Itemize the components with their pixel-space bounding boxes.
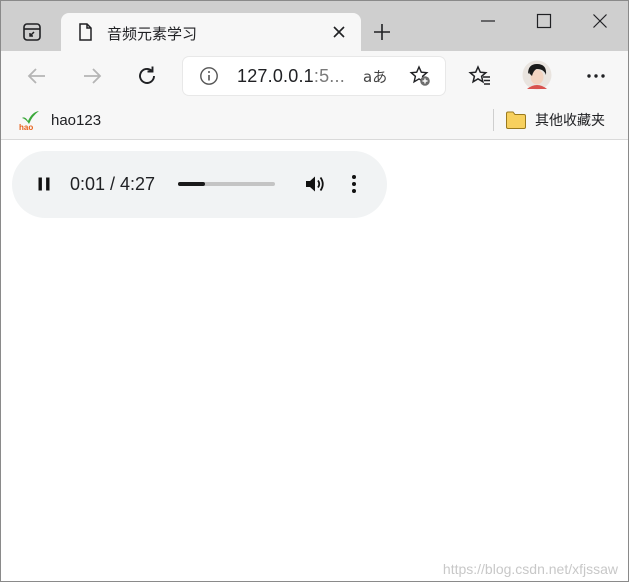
volume-icon[interactable] [303,173,327,195]
back-arrow-icon[interactable] [24,63,50,89]
tab-strip: 音频元素学习 [1,1,628,51]
window-close-icon[interactable] [585,7,615,35]
info-icon[interactable] [199,66,219,86]
forward-arrow-icon[interactable] [79,63,105,89]
svg-text:hao: hao [19,123,33,131]
bookmarks-bar: hao hao123 其他收藏夹 [1,101,628,140]
add-favorite-icon[interactable] [409,65,431,87]
url-host: 127.0.0.1 [237,66,314,86]
refresh-icon[interactable] [134,63,160,89]
bookmark-hao123[interactable]: hao hao123 [19,108,101,132]
other-favorites-folder[interactable]: 其他收藏夹 [505,108,605,132]
pause-icon[interactable] [34,174,54,194]
hao123-logo: hao [19,111,39,131]
playback-time: 0:01 / 4:27 [70,174,156,194]
page-content: 0:01 / 4:27 https://blog.csdn.net/xfjssa… [1,141,628,581]
plus-icon[interactable] [369,19,395,45]
avatar[interactable] [522,60,552,90]
favorites-icon[interactable] [467,63,493,89]
page-icon [75,22,95,42]
minimize-icon[interactable] [473,7,503,35]
seek-progress [178,182,206,186]
tab-title: 音频元素学习 [107,25,198,43]
overflow-icon[interactable] [344,173,364,195]
bookmark-label: 其他收藏夹 [535,113,605,129]
url-rest: :5... [313,66,345,86]
active-tab[interactable]: 音频元素学习 [61,13,361,51]
seek-bar[interactable] [178,182,275,186]
folder-icon [506,111,526,129]
close-icon[interactable] [329,22,349,42]
url-text: 127.0.0.1:5... [237,66,345,87]
bookmark-label: hao123 [51,111,102,129]
watermark: https://blog.csdn.net/xfjssaw [442,561,618,577]
bookmarks-divider [493,109,494,131]
browser-window: 音频元素学习 127.0.0.1:5... aあ hao hao123 其他收藏… [0,0,629,582]
tab-actions-icon[interactable] [13,15,51,49]
toolbar: 127.0.0.1:5... aあ [1,51,628,101]
maximize-icon[interactable] [529,7,559,35]
address-bar[interactable]: 127.0.0.1:5... aあ [183,57,445,95]
more-icon[interactable] [583,63,609,89]
audio-player: 0:01 / 4:27 [12,151,387,218]
read-aloud-icon[interactable]: aあ [363,66,387,87]
